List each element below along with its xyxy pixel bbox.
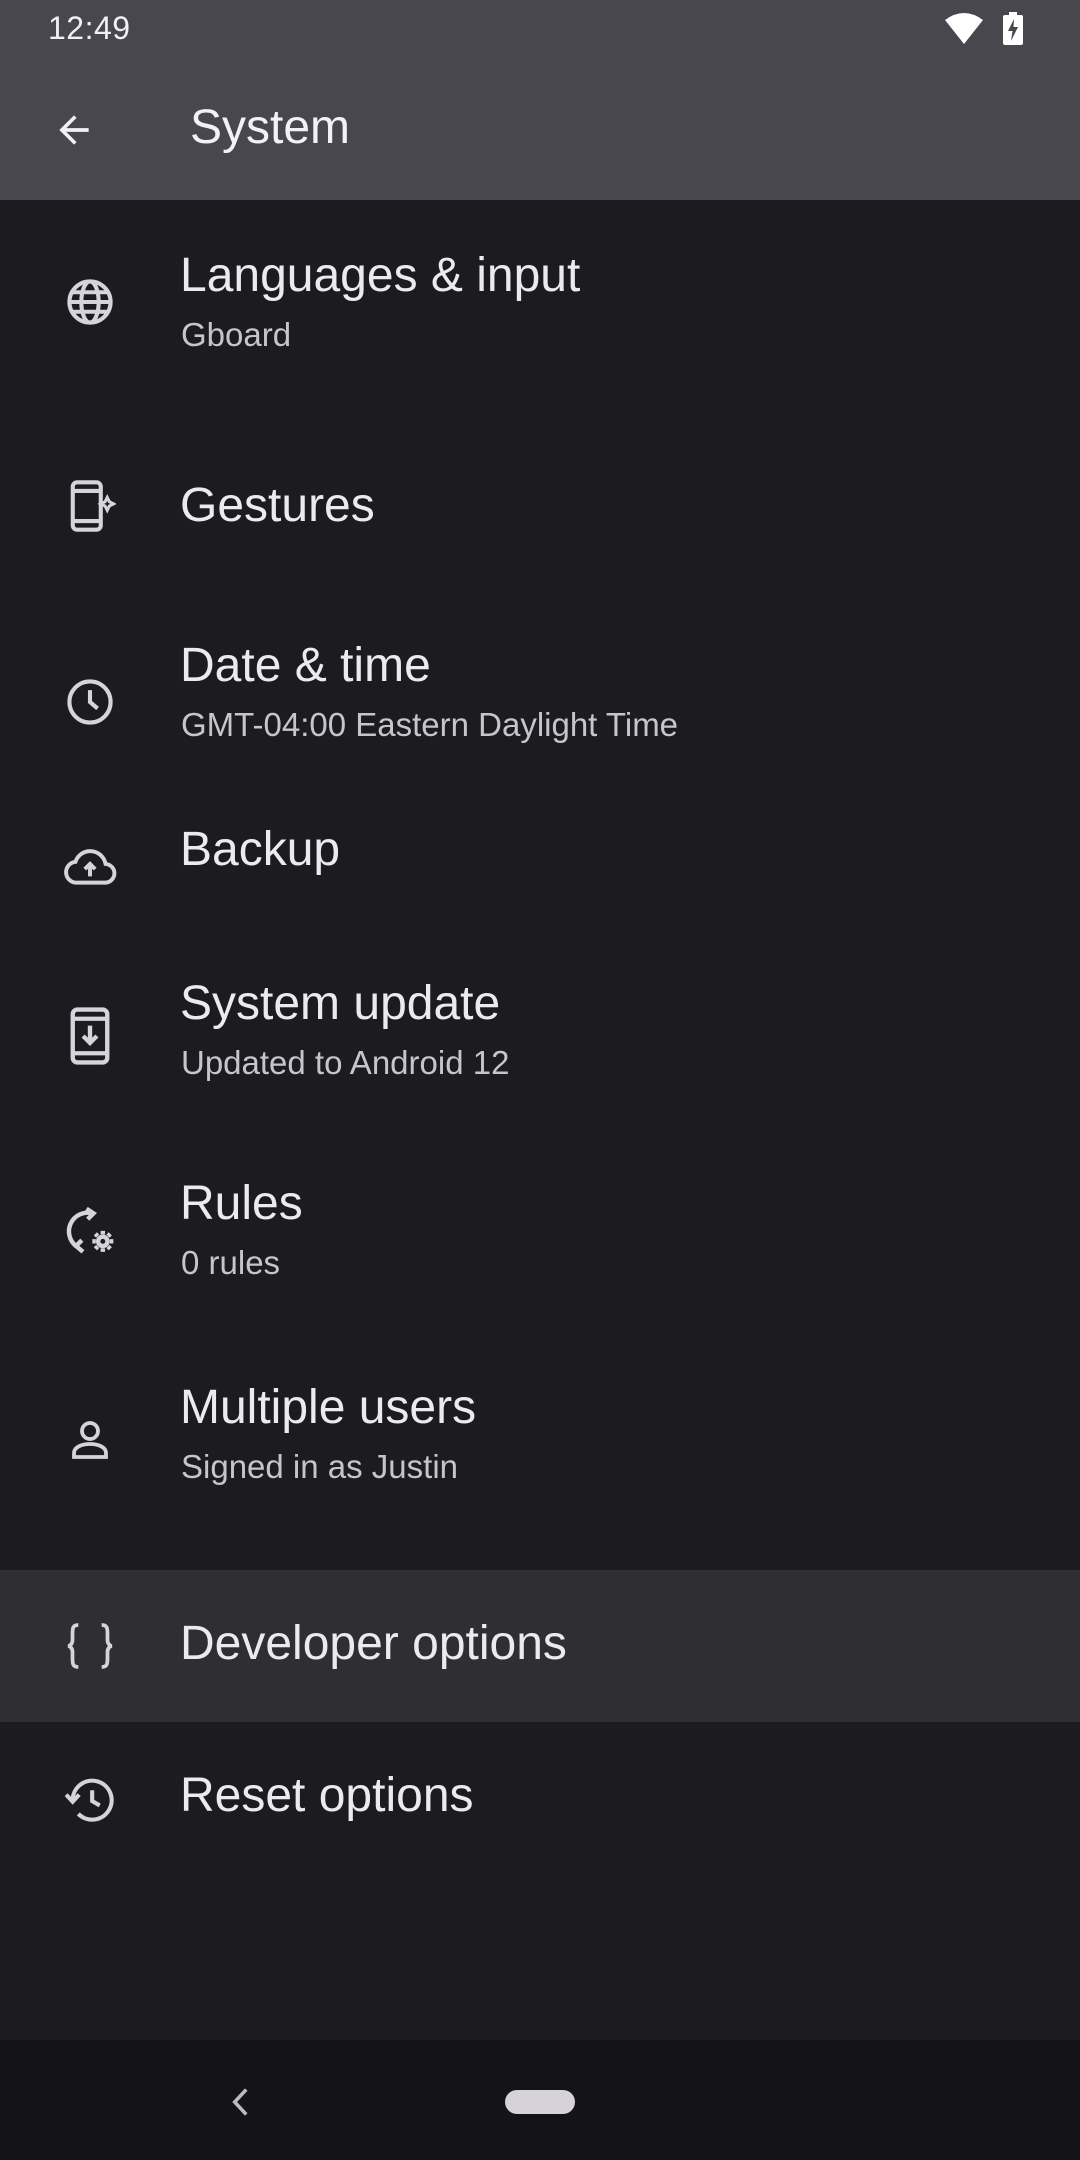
settings-item-gestures[interactable]: Gestures bbox=[0, 404, 1080, 608]
back-button[interactable] bbox=[34, 90, 114, 170]
settings-item-reset-options[interactable]: Reset options bbox=[0, 1722, 1080, 1874]
history-icon bbox=[60, 1770, 120, 1830]
settings-item-title: Gestures bbox=[180, 479, 375, 532]
page-title: System bbox=[190, 101, 351, 154]
app-bar: System bbox=[0, 58, 1080, 200]
settings-item-rules[interactable]: Rules 0 rules bbox=[0, 1177, 1080, 1424]
status-time: 12:49 bbox=[48, 10, 131, 46]
settings-item-subtitle: Signed in as Justin bbox=[181, 1448, 459, 1485]
settings-item-title: Backup bbox=[180, 823, 341, 876]
settings-item-title: Languages & input bbox=[180, 249, 581, 302]
arrow-back-icon bbox=[52, 108, 96, 152]
wifi-icon bbox=[944, 12, 984, 46]
settings-item-title: Rules bbox=[180, 1177, 303, 1230]
rules-sync-gear-icon bbox=[60, 1202, 120, 1262]
settings-item-subtitle: Updated to Android 12 bbox=[181, 1044, 510, 1081]
globe-icon bbox=[60, 272, 120, 332]
status-icons bbox=[944, 12, 1024, 46]
settings-item-title: Date & time bbox=[180, 639, 431, 692]
clock-icon bbox=[60, 672, 120, 732]
system-update-icon bbox=[60, 1006, 120, 1066]
settings-item-languages[interactable]: Languages & input Gboard bbox=[0, 200, 1080, 404]
settings-item-subtitle: Gboard bbox=[181, 316, 292, 353]
settings-item-subtitle: 0 rules bbox=[181, 1244, 281, 1281]
status-bar: 12:49 bbox=[0, 0, 1080, 58]
phone-sparkle-icon bbox=[60, 476, 120, 536]
settings-list: Languages & input Gboard Gestures Date &… bbox=[0, 200, 1080, 1874]
cloud-upload-icon bbox=[60, 836, 120, 896]
settings-item-developer-options[interactable]: Developer options bbox=[0, 1570, 1080, 1722]
settings-item-title: System update bbox=[180, 977, 501, 1030]
chevron-left-icon[interactable] bbox=[220, 2082, 260, 2122]
settings-item-subtitle: GMT-04:00 Eastern Daylight Time bbox=[181, 706, 679, 743]
settings-item-system-update[interactable]: System update Updated to Android 12 bbox=[0, 977, 1080, 1220]
settings-item-date-time[interactable]: Date & time GMT-04:00 Eastern Daylight T… bbox=[0, 608, 1080, 812]
settings-item-title: Reset options bbox=[180, 1769, 474, 1822]
braces-icon bbox=[60, 1616, 120, 1676]
battery-charging-icon bbox=[1002, 12, 1024, 46]
navigation-bar bbox=[0, 2040, 1080, 2160]
settings-item-backup[interactable]: Backup bbox=[0, 812, 1080, 1016]
person-icon bbox=[60, 1410, 120, 1470]
home-pill-icon[interactable] bbox=[505, 2090, 575, 2114]
settings-item-title: Multiple users bbox=[180, 1381, 477, 1434]
settings-item-title: Developer options bbox=[180, 1617, 567, 1670]
